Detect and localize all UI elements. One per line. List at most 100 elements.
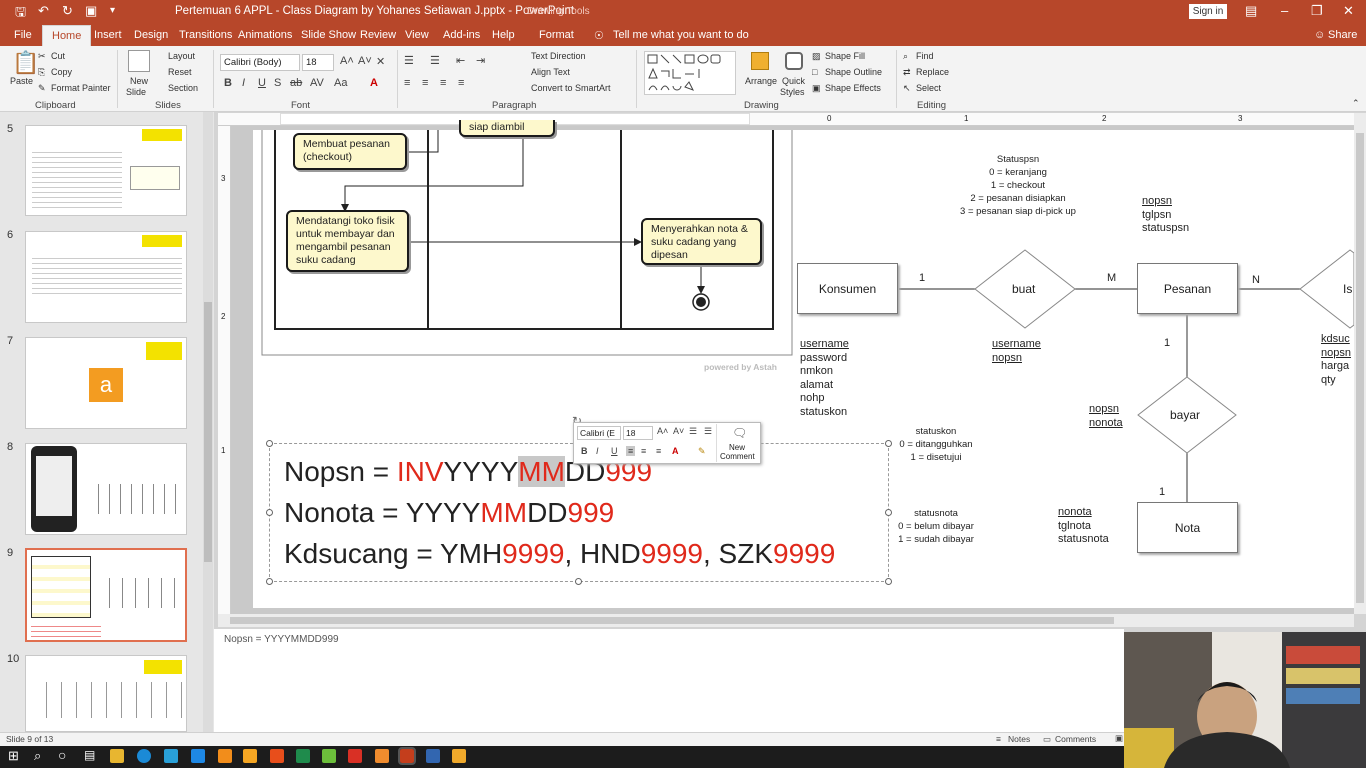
tell-me-box[interactable]: Tell me what you want to do: [613, 29, 749, 41]
char-spacing-icon[interactable]: AV: [310, 77, 324, 89]
resize-handle[interactable]: [885, 509, 892, 516]
align-center-icon[interactable]: ≡: [422, 77, 428, 89]
resize-handle[interactable]: [266, 578, 273, 585]
app-icon[interactable]: [426, 749, 440, 763]
resize-handle[interactable]: [885, 440, 892, 447]
quick-styles-icon[interactable]: [785, 52, 803, 70]
app-icon[interactable]: [243, 749, 257, 763]
customize-qat-icon[interactable]: ▾: [110, 5, 115, 16]
new-comment-button[interactable]: 🗨 New Comment: [716, 424, 760, 462]
tab-transitions[interactable]: Transitions: [179, 29, 232, 41]
text-line-nonota[interactable]: Nonota = YYYYMMDD999: [284, 498, 614, 528]
tab-add-ins[interactable]: Add-ins: [443, 29, 480, 41]
section-button[interactable]: Section: [168, 83, 198, 93]
decrease-indent-icon[interactable]: ⇤: [456, 54, 465, 67]
decrease-font-icon[interactable]: A˅: [358, 55, 372, 67]
slide-thumbnail-5[interactable]: [25, 125, 187, 216]
tab-insert[interactable]: Insert: [94, 29, 122, 41]
tab-review[interactable]: Review: [360, 29, 396, 41]
layout-button[interactable]: Layout: [168, 51, 195, 61]
mini-font-select[interactable]: Calibri (E: [577, 426, 621, 440]
align-right-icon[interactable]: ≡: [440, 77, 446, 89]
tab-design[interactable]: Design: [134, 29, 168, 41]
convert-smartart-button[interactable]: Convert to SmartArt: [531, 83, 611, 93]
app-icon[interactable]: [375, 749, 389, 763]
replace-icon[interactable]: ⇄: [903, 67, 911, 78]
notes-icon[interactable]: ≡: [996, 734, 1001, 744]
panel-scrollbar[interactable]: [203, 112, 213, 732]
ribbon-display-icon[interactable]: ▤: [1245, 3, 1257, 19]
tab-format[interactable]: Format: [539, 29, 574, 41]
search-icon[interactable]: ⌕: [34, 748, 41, 764]
format-painter-button[interactable]: Format Painter: [51, 83, 111, 93]
mini-bullets-icon[interactable]: ☰: [689, 426, 697, 437]
mini-italic-icon[interactable]: I: [596, 446, 599, 456]
text-line-kdsucang[interactable]: Kdsucang = YMH9999, HND9999, SZK9999: [284, 539, 835, 569]
resize-handle[interactable]: [266, 509, 273, 516]
slide-thumbnail-8[interactable]: [25, 443, 187, 535]
horizontal-scrollbar[interactable]: [218, 614, 1354, 627]
cut-icon[interactable]: ✂: [38, 51, 46, 62]
mini-shrink-font-icon[interactable]: A˅: [673, 426, 684, 436]
share-icon[interactable]: ☺: [1314, 29, 1325, 41]
shadow-icon[interactable]: S: [274, 77, 281, 89]
task-view-icon[interactable]: ▤: [84, 748, 95, 762]
normal-view-icon[interactable]: ▣: [1115, 733, 1123, 744]
paste-icon[interactable]: 📋: [12, 50, 39, 76]
save-icon[interactable]: 🖫: [15, 3, 26, 25]
mini-align-center-icon[interactable]: ≡: [641, 446, 646, 456]
app-icon[interactable]: [296, 749, 310, 763]
find-icon[interactable]: ⌕: [903, 51, 908, 62]
select-button[interactable]: Select: [916, 83, 941, 93]
justify-icon[interactable]: ≡: [458, 77, 464, 89]
resize-handle[interactable]: [575, 578, 582, 585]
undo-icon[interactable]: ↶: [38, 3, 49, 19]
mini-numbering-icon[interactable]: ☰: [704, 426, 712, 437]
bold-icon[interactable]: B: [224, 77, 232, 89]
numbering-icon[interactable]: ☰: [430, 54, 440, 67]
file-explorer-icon[interactable]: [110, 749, 124, 763]
new-slide-icon[interactable]: [128, 50, 150, 72]
font-size-select[interactable]: 18: [302, 54, 334, 71]
app-icon[interactable]: [348, 749, 362, 763]
paste-button[interactable]: Paste: [10, 76, 33, 86]
quick-styles-button-line2[interactable]: Styles: [780, 87, 805, 97]
new-slide-button[interactable]: New: [130, 76, 148, 86]
mini-font-color-icon[interactable]: A: [672, 446, 679, 456]
app-icon[interactable]: [164, 749, 178, 763]
shape-effects-button[interactable]: Shape Effects: [825, 83, 881, 93]
cut-button[interactable]: Cut: [51, 51, 65, 61]
slide-thumbnail-6[interactable]: [25, 231, 187, 323]
collapse-ribbon-icon[interactable]: ⌃: [1352, 98, 1360, 109]
tab-file[interactable]: File: [14, 29, 32, 41]
align-left-icon[interactable]: ≡: [404, 77, 410, 89]
shape-outline-button[interactable]: Shape Outline: [825, 67, 882, 77]
mini-size-select[interactable]: 18: [623, 426, 653, 440]
app-icon[interactable]: [270, 749, 284, 763]
shape-effects-icon[interactable]: ▣: [812, 83, 821, 94]
slide-thumbnail-7[interactable]: a: [25, 337, 187, 429]
mini-format-painter-icon[interactable]: ✎: [698, 446, 706, 457]
change-case-icon[interactable]: Aa: [334, 77, 347, 89]
share-button[interactable]: Share: [1328, 29, 1357, 41]
mini-bold-icon[interactable]: B: [581, 446, 588, 456]
shape-fill-button[interactable]: Shape Fill: [825, 51, 865, 61]
copy-button[interactable]: Copy: [51, 67, 72, 77]
find-button[interactable]: Find: [916, 51, 934, 61]
notes-button[interactable]: Notes: [1008, 734, 1030, 744]
shapes-gallery[interactable]: [644, 51, 736, 95]
shape-outline-icon[interactable]: □: [812, 67, 817, 77]
tab-home[interactable]: Home: [42, 25, 92, 46]
mini-align-left-icon[interactable]: ≡: [626, 446, 636, 456]
new-slide-button-line2[interactable]: Slide: [126, 87, 146, 97]
app-icon[interactable]: [322, 749, 336, 763]
slide-thumbnail-9[interactable]: [25, 548, 187, 642]
copy-icon[interactable]: ⎘: [38, 67, 45, 78]
select-icon[interactable]: ↖: [903, 83, 911, 94]
slide-thumbnail-10[interactable]: [25, 655, 187, 732]
start-slideshow-icon[interactable]: ▣: [85, 3, 97, 19]
tab-view[interactable]: View: [405, 29, 429, 41]
notes-text[interactable]: Nopsn = YYYYMMDD999: [224, 634, 339, 645]
redo-icon[interactable]: ↻: [62, 3, 73, 19]
comments-icon[interactable]: ▭: [1043, 734, 1051, 745]
